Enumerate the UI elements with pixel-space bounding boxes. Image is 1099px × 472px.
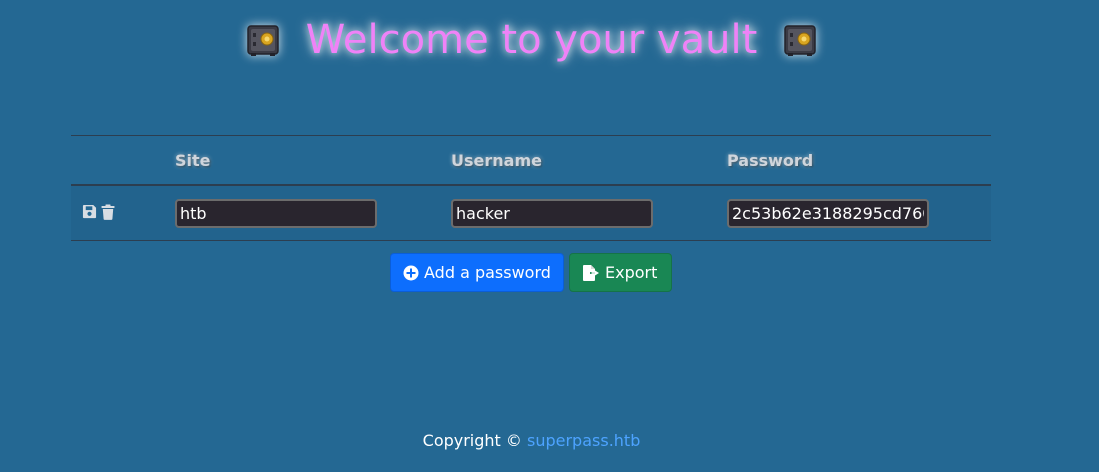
- column-header-site: Site: [175, 135, 451, 186]
- trash-icon[interactable]: [101, 204, 115, 220]
- save-icon[interactable]: [82, 204, 97, 219]
- superpass-link[interactable]: superpass.htb: [527, 431, 640, 450]
- column-header-actions: [71, 135, 175, 186]
- site-input[interactable]: [175, 198, 377, 228]
- table-header-row: Site Username Password: [71, 135, 991, 186]
- copyright-text: Copyright ©: [422, 431, 522, 450]
- column-header-username: Username: [451, 135, 727, 186]
- plus-circle-icon: [403, 265, 419, 280]
- site-cell: [175, 185, 451, 241]
- username-cell: [451, 185, 727, 241]
- export-button[interactable]: Export: [569, 253, 672, 292]
- file-export-icon: [583, 264, 599, 281]
- page-title: Welcome to your vault: [0, 12, 1063, 66]
- row-actions-cell: [71, 185, 175, 241]
- row-actions: [71, 186, 175, 220]
- add-password-label: Add a password: [424, 263, 551, 282]
- footer: Copyright © superpass.htb: [0, 430, 1063, 452]
- column-header-password: Password: [727, 135, 991, 186]
- password-cell: [727, 185, 991, 241]
- safe-icon: [784, 25, 816, 56]
- add-password-button[interactable]: Add a password: [390, 253, 564, 292]
- export-label: Export: [605, 263, 658, 282]
- vault-table: Site Username Password: [71, 135, 991, 241]
- action-buttons: Add a password Export: [390, 253, 672, 292]
- username-input[interactable]: [451, 198, 653, 228]
- page-title-text: Welcome to your vault: [305, 17, 758, 63]
- table-row: [71, 185, 991, 241]
- safe-icon: [247, 25, 279, 56]
- password-input[interactable]: [727, 198, 929, 228]
